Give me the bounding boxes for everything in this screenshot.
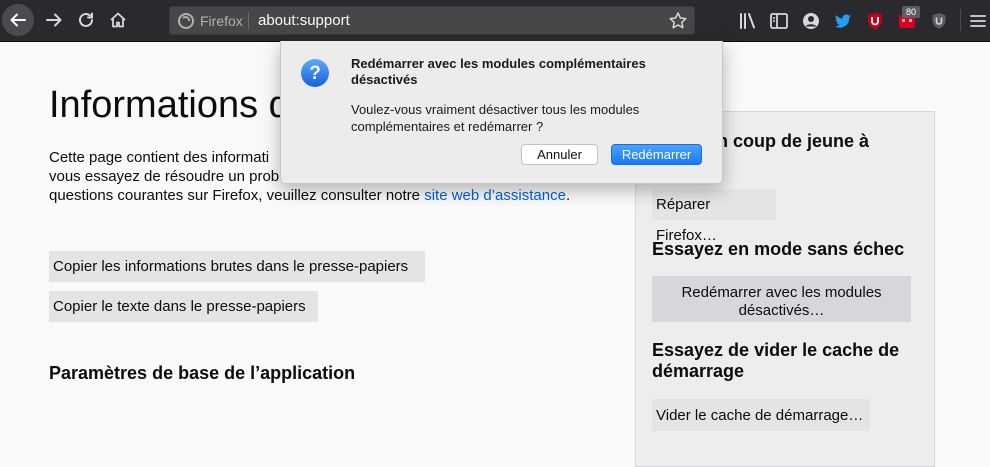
confirm-dialog: ? Redémarrer avec les modules complément… xyxy=(280,41,723,184)
reload-button[interactable] xyxy=(70,4,102,36)
question-icon: ? xyxy=(301,59,329,87)
account-icon[interactable] xyxy=(801,11,821,31)
identity-box[interactable]: Firefox xyxy=(178,7,243,34)
cache-heading-line: Essayez de vider le cache de xyxy=(652,340,900,360)
svg-text:?: ? xyxy=(309,63,321,84)
copy-raw-data-button[interactable]: Copier les informations brutes dans le p… xyxy=(49,251,425,282)
library-icon[interactable] xyxy=(738,11,758,31)
intro-line-text: questions courantes sur Firefox, veuille… xyxy=(49,187,425,204)
back-icon xyxy=(2,4,34,36)
notification-badge: 80 xyxy=(902,6,920,18)
toolbar-divider xyxy=(960,9,961,31)
intro-period: . xyxy=(565,187,571,204)
copy-text-button[interactable]: Copier le texte dans le presse-papiers xyxy=(49,291,318,322)
identity-label: Firefox xyxy=(200,12,243,29)
cache-heading-line: démarrage xyxy=(652,361,745,381)
dialog-message: Voulez-vous vraiment désactiver tous les… xyxy=(351,102,640,134)
url-bar[interactable]: Firefox about:support xyxy=(169,6,695,35)
url-separator xyxy=(248,12,249,29)
restart-button[interactable]: Redémarrer xyxy=(611,144,702,165)
reload-icon xyxy=(79,12,93,27)
safe-mode-heading: Essayez en mode sans échec xyxy=(652,239,905,259)
firefox-logo-icon xyxy=(178,12,194,29)
section-heading: Paramètres de base de l’application xyxy=(49,363,356,383)
navigation-toolbar: Firefox about:support 80 xyxy=(0,0,990,42)
startup-cache-heading: Essayez de vider le cache de démarrage xyxy=(652,340,899,382)
back-button[interactable] xyxy=(2,4,34,36)
twitter-icon[interactable] xyxy=(833,11,853,31)
refresh-firefox-button[interactable]: Réparer Firefox… xyxy=(652,189,776,244)
intro-line: questions courantes sur Firefox, veuille… xyxy=(49,186,609,205)
safe-mode-button-line: Redémarrer avec les modules xyxy=(681,283,882,301)
page-title: Informations de xyxy=(49,84,311,126)
url-text[interactable]: about:support xyxy=(258,7,350,34)
safe-mode-button-line: désactivés… xyxy=(738,301,825,319)
ublock-origin-icon[interactable] xyxy=(865,11,885,31)
clear-startup-cache-button[interactable]: Vider le cache de démarrage… xyxy=(652,399,870,431)
menu-icon[interactable] xyxy=(968,11,988,31)
dialog-title: Redémarrer avec les modules complémentai… xyxy=(351,56,646,87)
forward-button[interactable] xyxy=(38,4,70,36)
restart-safe-mode-button[interactable]: Redémarrer avec les modules désactivés… xyxy=(652,276,911,322)
refresh-heading: un coup de jeune à xyxy=(706,131,870,151)
sidebar-icon[interactable] xyxy=(769,11,789,31)
cancel-button[interactable]: Annuler xyxy=(521,144,598,165)
home-icon xyxy=(110,12,126,28)
forward-icon xyxy=(46,13,62,27)
ublock-icon[interactable] xyxy=(929,11,949,31)
support-site-link[interactable]: site web d’assistance xyxy=(424,187,566,204)
home-button[interactable] xyxy=(102,4,134,36)
bookmark-star-icon[interactable] xyxy=(668,11,688,31)
